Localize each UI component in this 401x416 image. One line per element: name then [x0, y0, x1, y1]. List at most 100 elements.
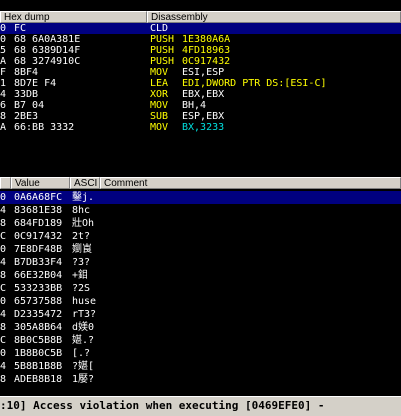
stack-row[interactable]: 8 305A8B64 d媄0 — [0, 321, 401, 334]
stack-gutter-header — [0, 177, 11, 189]
stack-row[interactable]: 4 D2335472 rT3? — [0, 308, 401, 321]
disassembly-row[interactable]: F 8BF4 MOV ESI,ESP — [0, 67, 401, 78]
status-bar: :10] Access violation when executing [04… — [0, 396, 401, 416]
stack-value: 1B8B0C5B — [14, 348, 63, 359]
stack-ascii: 鑿j. — [72, 192, 95, 203]
row-address-gutter: 0 — [0, 23, 7, 34]
row-address-gutter: 5 — [0, 45, 7, 56]
stack-row[interactable]: 0 65737588 huse — [0, 295, 401, 308]
row-address-gutter: 1 — [0, 78, 7, 89]
value-column-header[interactable]: Value — [11, 177, 70, 189]
status-message: :10] Access violation when executing [04… — [0, 399, 325, 412]
stack-row[interactable]: 4 5B8B1B8B ?媅[ — [0, 360, 401, 373]
pane-divider[interactable] — [0, 157, 401, 177]
row-address-gutter: A — [0, 56, 7, 67]
stack-value: 305A8B64 — [14, 322, 63, 333]
stack-address-gutter: 0 — [0, 296, 7, 307]
stack-ascii: 2t? — [72, 231, 91, 242]
stack-row[interactable]: 8 ADEB8B18 1嬮? — [0, 373, 401, 386]
stack-row[interactable]: C 533233BB ?2S — [0, 282, 401, 295]
disassembly-row[interactable]: 5 68 6389D14F PUSH 4FD18963 — [0, 45, 401, 56]
row-address-gutter: A — [0, 122, 7, 133]
stack-address-gutter: C — [0, 283, 7, 294]
disassembly-row[interactable]: 6 B7 04 MOV BH,4 — [0, 100, 401, 111]
stack-row[interactable]: 0 0A6A68FC 鑿j. — [0, 191, 401, 204]
disassembly-row[interactable]: 0 FC CLD — [0, 23, 401, 34]
stack-address-gutter: 4 — [0, 361, 7, 372]
stack-value: 533233BB — [14, 283, 63, 294]
hex-bytes: 2BE3 — [14, 111, 39, 122]
stack-address-gutter: 0 — [0, 192, 7, 203]
stack-ascii: 嬼崀 — [72, 244, 92, 255]
hex-bytes: 66:BB 3332 — [14, 122, 75, 133]
stack-value: 65737588 — [14, 296, 63, 307]
stack-value: 5B8B1B8B — [14, 361, 63, 372]
stack-ascii: ?3? — [72, 257, 91, 268]
disassembly-header[interactable]: Disassembly — [147, 11, 401, 23]
disassembly-row[interactable]: 1 8D7E F4 LEA EDI,DWORD PTR DS:[ESI-C] — [0, 78, 401, 89]
stack-ascii: rT3? — [72, 309, 97, 320]
stack-ascii: +鉬 — [72, 270, 89, 281]
instruction-operand: ESP,EBX — [182, 111, 225, 122]
hex-bytes: 33DB — [14, 89, 39, 100]
hex-bytes: 68 3274910C — [14, 56, 81, 67]
row-address-gutter: 8 — [0, 111, 7, 122]
stack-row[interactable]: 4 B7DB33F4 ?3? — [0, 256, 401, 269]
stack-address-gutter: 4 — [0, 257, 7, 268]
hex-bytes: 8D7E F4 — [14, 78, 57, 89]
instruction-operand: EBX,EBX — [182, 89, 225, 100]
stack-value: ADEB8B18 — [14, 374, 63, 385]
stack-value: 0A6A68FC — [14, 192, 63, 203]
instruction-mnemonic: CLD — [150, 23, 169, 34]
disassembly-row[interactable]: 0 68 6A0A381E PUSH 1E380A6A — [0, 34, 401, 45]
hex-bytes: 68 6389D14F — [14, 45, 81, 56]
hex-dump-header[interactable]: Hex dump — [0, 11, 147, 23]
hex-bytes: 68 6A0A381E — [14, 34, 81, 45]
hex-bytes: B7 04 — [14, 100, 45, 111]
instruction-operand: EDI,DWORD PTR DS:[ESI-C] — [182, 78, 327, 89]
stack-address-gutter: 8 — [0, 218, 7, 229]
row-address-gutter: 6 — [0, 100, 7, 111]
stack-row[interactable]: 0 7E8DF48B 嬼崀 — [0, 243, 401, 256]
stack-address-gutter: 4 — [0, 309, 7, 320]
disassembly-row[interactable]: 8 2BE3 SUB ESP,EBX — [0, 111, 401, 122]
hex-bytes: FC — [14, 23, 27, 34]
disassembly-row[interactable]: A 66:BB 3332 MOV BX,3233 — [0, 122, 401, 133]
disassembly-row[interactable]: A 68 3274910C PUSH 0C917432 — [0, 56, 401, 67]
row-address-gutter: F — [0, 67, 7, 78]
stack-row[interactable]: 8 684FD189 壯Oh — [0, 217, 401, 230]
stack-ascii: 1嬮? — [72, 374, 95, 385]
stack-value: 66E32B04 — [14, 270, 63, 281]
stack-value: D2335472 — [14, 309, 63, 320]
stack-value: 8B0C5B8B — [14, 335, 63, 346]
stack-ascii: ?2S — [72, 283, 91, 294]
stack-address-gutter: C — [0, 335, 7, 346]
stack-address-gutter: 4 — [0, 205, 7, 216]
stack-row[interactable]: C 0C917432 2t? — [0, 230, 401, 243]
stack-value: 7E8DF48B — [14, 244, 63, 255]
stack-value: 684FD189 — [14, 218, 63, 229]
stack-row[interactable]: 0 1B8B0C5B [.? — [0, 347, 401, 360]
stack-address-gutter: 8 — [0, 374, 7, 385]
ascii-column-header[interactable]: ASCI — [70, 177, 100, 189]
disassembly-row[interactable]: 4 33DB XOR EBX,EBX — [0, 89, 401, 100]
instruction-operand: 1E380A6A — [182, 34, 231, 45]
stack-address-gutter: C — [0, 231, 7, 242]
stack-ascii: [.? — [72, 348, 91, 359]
stack-ascii: huse — [72, 296, 97, 307]
instruction-operand: ESI,ESP — [182, 67, 225, 78]
stack-ascii: 媅.? — [72, 335, 95, 346]
stack-row[interactable]: 8 66E32B04 +鉬 — [0, 269, 401, 282]
instruction-operand: BH,4 — [182, 100, 207, 111]
row-address-gutter: 4 — [0, 89, 7, 100]
stack-address-gutter: 0 — [0, 244, 7, 255]
row-address-gutter: 0 — [0, 34, 7, 45]
stack-ascii: 壯Oh — [72, 218, 95, 229]
stack-value: B7DB33F4 — [14, 257, 63, 268]
stack-value: 0C917432 — [14, 231, 63, 242]
instruction-operand: BX,3233 — [182, 122, 225, 133]
instruction-operand: 0C917432 — [182, 56, 231, 67]
comment-column-header[interactable]: Comment — [100, 177, 401, 189]
stack-row[interactable]: 4 83681E38 8hc — [0, 204, 401, 217]
stack-row[interactable]: C 8B0C5B8B 媅.? — [0, 334, 401, 347]
